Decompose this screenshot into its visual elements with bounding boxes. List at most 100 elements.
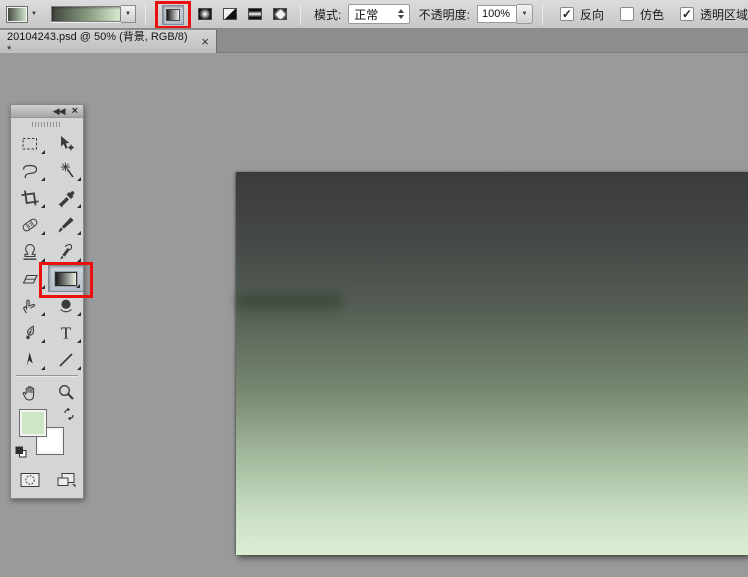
hand-tool[interactable] (12, 379, 48, 406)
opacity-label: 不透明度: (419, 6, 470, 23)
collapse-icon[interactable]: ◀◀ (53, 106, 65, 116)
eyedropper-tool[interactable] (48, 184, 84, 211)
mode-buttons (11, 464, 83, 498)
quick-mask-button[interactable] (12, 466, 48, 493)
burn-tool[interactable] (48, 292, 84, 319)
foreground-color-swatch[interactable] (19, 409, 47, 437)
separator (542, 3, 543, 25)
healing-brush-tool[interactable] (12, 211, 48, 238)
gradient-picker-dropdown-button[interactable]: ▼ (121, 5, 136, 23)
tool-grid: T (11, 130, 83, 373)
transparency-label: 透明区域 (700, 6, 748, 23)
swap-arrows-icon (62, 407, 76, 421)
tool-preset-picker[interactable]: ▼ (6, 6, 40, 23)
reverse-checkbox-row[interactable]: ✓ 反向 (560, 6, 604, 23)
move-icon (56, 134, 76, 154)
diamond-gradient-icon (273, 8, 287, 20)
bandage-icon (20, 215, 40, 235)
linear-gradient-button[interactable] (162, 5, 184, 25)
screen-mode-icon (55, 471, 77, 489)
eraser-tool[interactable] (12, 265, 48, 292)
history-brush-tool[interactable] (48, 238, 84, 265)
color-swatches (11, 406, 83, 464)
highlight-box-gradient-type (155, 1, 191, 29)
crop-tool[interactable] (12, 184, 48, 211)
rectangular-marquee-tool[interactable] (12, 130, 48, 157)
lasso-tool[interactable] (12, 157, 48, 184)
eraser-icon (20, 269, 40, 289)
opacity-dropdown-button[interactable]: ▼ (517, 4, 533, 24)
pen-icon (20, 323, 40, 343)
magnifier-icon (56, 383, 76, 403)
default-colors-button[interactable] (15, 445, 27, 463)
clone-stamp-tool[interactable] (12, 238, 48, 265)
angle-gradient-button[interactable] (219, 4, 241, 24)
canvas-artifact-smudge (236, 294, 342, 308)
dither-label: 仿色 (640, 6, 664, 23)
gradient-tool-preset-icon (6, 6, 28, 23)
diamond-gradient-button[interactable] (269, 4, 291, 24)
path-selection-tool[interactable] (12, 346, 48, 373)
divider (16, 375, 78, 377)
pen-tool[interactable] (12, 319, 48, 346)
reverse-label: 反向 (580, 6, 604, 23)
selection-arrow-icon (20, 350, 40, 370)
canvas-artifact-smudge (242, 310, 332, 318)
stamp-icon (20, 242, 40, 262)
separator (300, 3, 301, 25)
radial-gradient-icon (198, 8, 212, 20)
type-tool[interactable]: T (48, 319, 84, 346)
document-tab-title: 20104243.psd @ 50% (背景, RGB/8) * (7, 30, 192, 53)
type-icon: T (56, 323, 76, 343)
chevron-down-icon: ▼ (122, 9, 134, 19)
linear-gradient-icon (166, 9, 180, 21)
swap-colors-button[interactable] (62, 407, 76, 426)
magic-wand-tool[interactable] (48, 157, 84, 184)
blend-mode-select[interactable]: 正常 (348, 4, 409, 24)
opacity-input[interactable]: 100% (477, 5, 517, 23)
transparency-checkbox[interactable]: ✓ (680, 7, 694, 21)
gradient-tool-icon (55, 272, 77, 286)
opacity-control: 100% ▼ (477, 4, 533, 24)
radial-gradient-button[interactable] (194, 4, 216, 24)
option-checkboxes: ✓ 反向 仿色 ✓ 透明区域 (560, 6, 748, 23)
gradient-type-buttons (155, 0, 291, 29)
reflected-gradient-icon (248, 8, 262, 20)
line-tool[interactable] (48, 346, 84, 373)
dither-checkbox[interactable] (620, 7, 634, 21)
reverse-checkbox[interactable]: ✓ (560, 7, 574, 21)
default-colors-icon (15, 446, 27, 458)
zoom-tool[interactable] (48, 379, 84, 406)
separator (145, 3, 146, 25)
screen-mode-button[interactable] (48, 466, 84, 493)
tools-palette-titlebar[interactable]: ◀◀ × (11, 105, 83, 118)
gradient-preview[interactable] (51, 6, 121, 22)
angle-gradient-icon (223, 8, 237, 20)
reflected-gradient-button[interactable] (244, 4, 266, 24)
document-canvas[interactable] (236, 172, 748, 555)
smudge-finger-icon (20, 296, 40, 316)
tool-grid-nav (11, 379, 83, 406)
gradient-picker[interactable]: ▼ (51, 5, 136, 23)
brush-tool[interactable] (48, 211, 84, 238)
chevron-down-icon: ▼ (518, 9, 530, 19)
dither-checkbox-row[interactable]: 仿色 (620, 6, 664, 23)
quick-mask-icon (19, 471, 41, 489)
gradient-options-bar: ▼ ▼ 模式: 正常 不透明度: 100% (0, 0, 748, 29)
brush-icon (56, 215, 76, 235)
marquee-icon (20, 134, 40, 154)
line-icon (56, 350, 76, 370)
stepper-icon (398, 9, 404, 19)
chevron-down-icon[interactable]: ▼ (28, 9, 40, 19)
close-icon[interactable]: × (201, 36, 209, 47)
transparency-checkbox-row[interactable]: ✓ 透明区域 (680, 6, 748, 23)
close-icon[interactable]: × (72, 106, 78, 116)
hand-icon (20, 383, 40, 403)
smudge-tool[interactable] (12, 292, 48, 319)
gradient-tool[interactable] (48, 265, 84, 292)
palette-grip-handle[interactable] (11, 118, 83, 130)
lasso-icon (20, 161, 40, 181)
move-tool[interactable] (48, 130, 84, 157)
magic-wand-icon (56, 161, 76, 181)
document-tab[interactable]: 20104243.psd @ 50% (背景, RGB/8) * × (0, 30, 217, 53)
